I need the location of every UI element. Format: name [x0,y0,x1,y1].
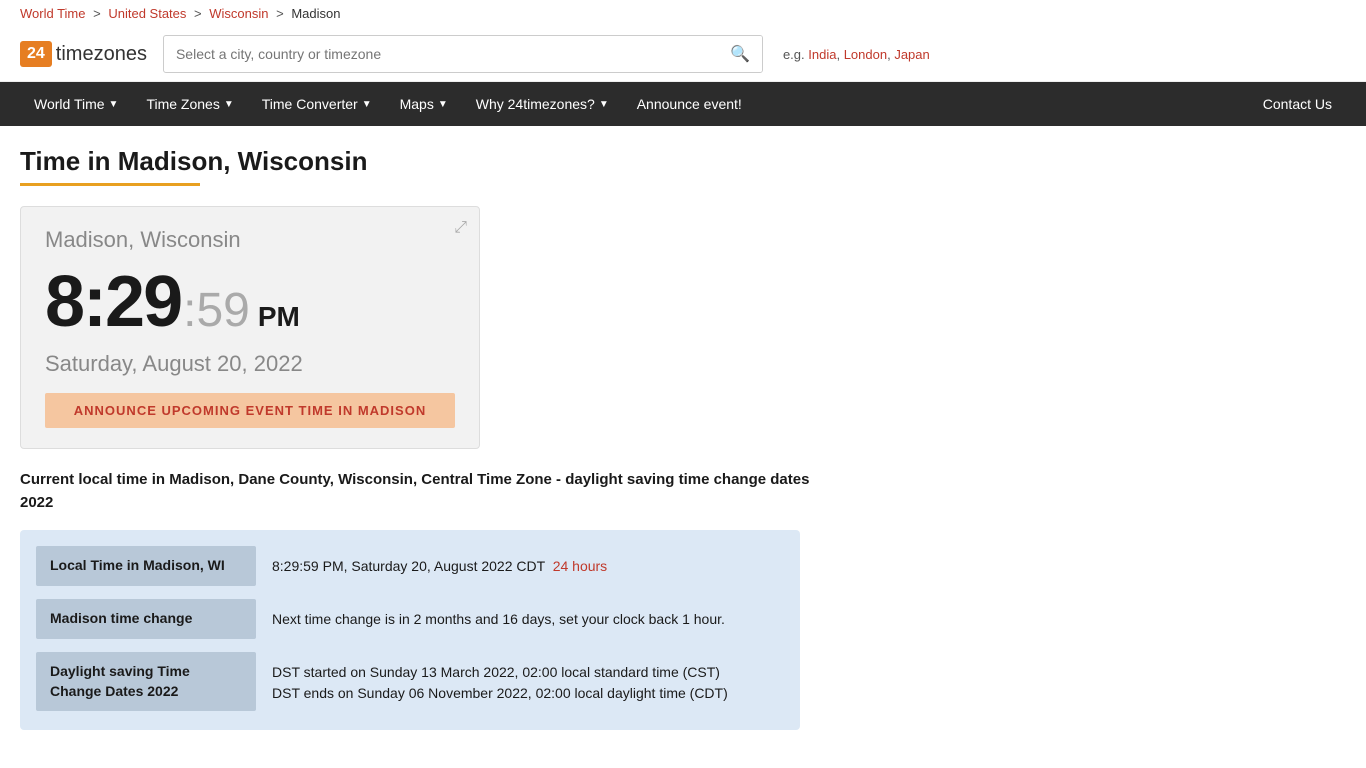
clock-ampm: PM [258,301,300,333]
nav-why-label: Why 24timezones? [476,96,595,112]
breadcrumb-sep-2: > [194,6,205,21]
24hours-link[interactable]: 24 hours [553,558,607,574]
nav-why[interactable]: Why 24timezones? ▼ [462,82,623,126]
header: 24 timezones 🔍 e.g. India, London, Japan [0,27,1366,82]
breadcrumb-sep-3: > [276,6,287,21]
example-london[interactable]: London [844,47,887,62]
info-value-time-change: Next time change is in 2 months and 16 d… [256,599,741,640]
clock-seconds: :59 [183,283,250,338]
nav-time-converter-chevron: ▼ [362,99,372,110]
title-underline [20,183,200,186]
info-label-dst: Daylight saving Time Change Dates 2022 [36,652,256,711]
examples-label: e.g. [783,47,805,62]
nav-time-converter-label: Time Converter [262,96,358,112]
info-value-local-time: 8:29:59 PM, Saturday 20, August 2022 CDT… [256,546,623,587]
logo-number: 24 [20,41,52,67]
breadcrumb-world-time[interactable]: World Time [20,6,86,21]
nav-time-zones-label: Time Zones [146,96,219,112]
nav-maps-label: Maps [400,96,434,112]
info-label-time-change: Madison time change [36,599,256,639]
nav-maps[interactable]: Maps ▼ [386,82,462,126]
search-button[interactable]: 🔍 [718,36,762,72]
clock-time: 8:29 :59 PM [45,261,455,343]
search-input[interactable] [164,38,718,70]
nav-maps-chevron: ▼ [438,99,448,110]
nav-time-zones-chevron: ▼ [224,99,234,110]
nav-announce-label: Announce event! [637,96,742,112]
info-row-time-change: Madison time change Next time change is … [36,599,784,640]
info-value-dst: DST started on Sunday 13 March 2022, 02:… [256,652,744,714]
breadcrumb-united-states[interactable]: United States [108,6,186,21]
nav-world-time[interactable]: World Time ▼ [20,82,132,126]
nav-contact[interactable]: Contact Us [1249,82,1346,126]
nav-time-zones[interactable]: Time Zones ▼ [132,82,247,126]
info-table: Local Time in Madison, WI 8:29:59 PM, Sa… [20,530,800,730]
breadcrumb: World Time > United States > Wisconsin >… [0,0,1366,27]
clock-date: Saturday, August 20, 2022 [45,351,455,377]
clock-city: Madison, Wisconsin [45,227,455,253]
examples: e.g. India, London, Japan [783,47,930,62]
info-label-local-time: Local Time in Madison, WI [36,546,256,586]
nav-announce[interactable]: Announce event! [623,82,756,126]
search-wrapper: 🔍 [163,35,763,73]
example-japan[interactable]: Japan [894,47,929,62]
breadcrumb-wisconsin[interactable]: Wisconsin [209,6,268,21]
main-nav: World Time ▼ Time Zones ▼ Time Converter… [0,82,1366,126]
announce-event-button[interactable]: ANNOUNCE UPCOMING EVENT TIME IN MADISON [45,393,455,428]
breadcrumb-sep-1: > [93,6,104,21]
page-title: Time in Madison, Wisconsin [20,146,1180,177]
info-row-dst: Daylight saving Time Change Dates 2022 D… [36,652,784,714]
nav-time-converter[interactable]: Time Converter ▼ [248,82,386,126]
logo-text: timezones [56,43,147,66]
info-row-local-time: Local Time in Madison, WI 8:29:59 PM, Sa… [36,546,784,587]
logo-link[interactable]: 24 timezones [20,41,147,67]
nav-world-time-label: World Time [34,96,105,112]
page-description: Current local time in Madison, Dane Coun… [20,469,820,514]
example-india[interactable]: India [808,47,836,62]
local-time-value: 8:29:59 PM, Saturday 20, August 2022 CDT [272,558,545,574]
main-content: Time in Madison, Wisconsin ⤢ Madison, Wi… [0,126,1200,750]
clock-hours-minutes: 8:29 [45,261,181,343]
nav-why-chevron: ▼ [599,99,609,110]
clock-widget: ⤢ Madison, Wisconsin 8:29 :59 PM Saturda… [20,206,480,449]
breadcrumb-madison: Madison [291,6,340,21]
expand-icon[interactable]: ⤢ [454,219,467,237]
nav-world-time-chevron: ▼ [109,99,119,110]
